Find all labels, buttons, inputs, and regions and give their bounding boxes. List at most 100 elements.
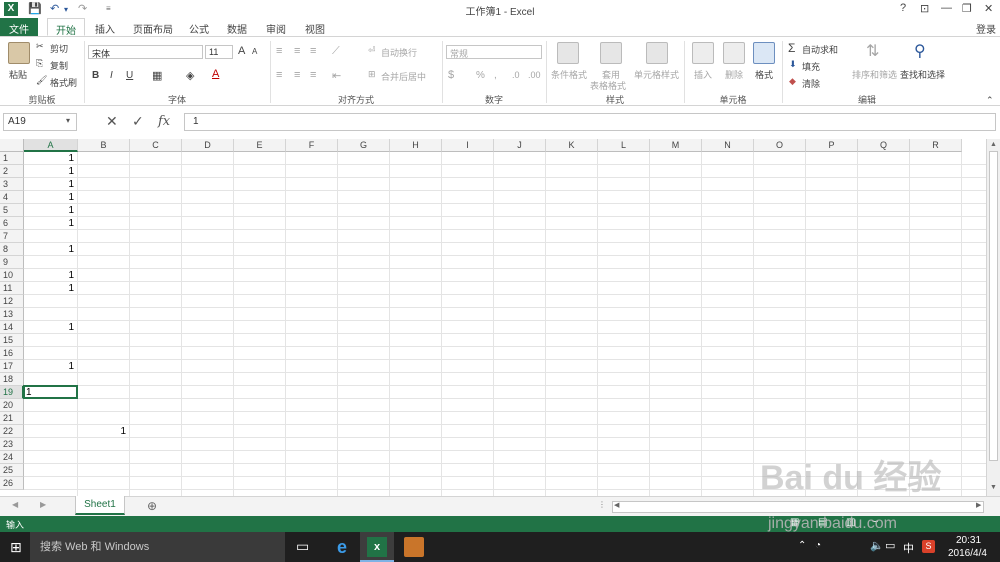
align-left-icon[interactable]: ≡ (276, 69, 282, 81)
font-name-combo[interactable]: 宋体 (88, 45, 203, 59)
tab-formulas[interactable]: 公式 (181, 18, 217, 36)
cell-a6[interactable]: 1 (24, 217, 74, 230)
row-header-15[interactable]: 15 (0, 334, 24, 347)
format-as-table-icon[interactable] (600, 42, 622, 64)
network-icon[interactable]: ◔ (815, 540, 821, 551)
cell-styles-icon[interactable] (646, 42, 668, 64)
worksheet-grid[interactable]: ABCDEFGHIJKLMNOPQR 1 2 3 4 5 6 7 8 9 10 11 12 13 14 15… (0, 139, 986, 496)
clear-button[interactable]: 清除 (802, 77, 820, 90)
italic-button[interactable]: I (110, 70, 113, 81)
cell-a3[interactable]: 1 (24, 178, 74, 191)
tray-chevron-icon[interactable]: ⌃ (798, 540, 806, 551)
paste-button[interactable]: 粘贴 (9, 68, 27, 81)
middle-align-icon[interactable]: ≡ (294, 45, 300, 57)
column-header-k[interactable]: K (546, 139, 598, 152)
prev-sheet-icon[interactable]: ◀ (12, 500, 18, 509)
binoculars-icon[interactable]: ⚲ (914, 41, 926, 61)
copy-button[interactable]: 复制 (50, 59, 68, 72)
tab-home[interactable]: 开始 (47, 18, 85, 37)
row-header-2[interactable]: 2 (0, 165, 24, 178)
row-header-20[interactable]: 20 (0, 399, 24, 412)
autosum-button[interactable]: 自动求和 (802, 43, 838, 56)
column-header-i[interactable]: I (442, 139, 494, 152)
find-select-button[interactable]: 查找和选择 (900, 68, 945, 81)
column-header-o[interactable]: O (754, 139, 806, 152)
row-header-5[interactable]: 5 (0, 204, 24, 217)
row-header-6[interactable]: 6 (0, 217, 24, 230)
align-center-icon[interactable]: ≡ (294, 69, 300, 81)
row-header-11[interactable]: 11 (0, 282, 24, 295)
column-header-g[interactable]: G (338, 139, 390, 152)
cell-a10[interactable]: 1 (24, 269, 74, 282)
decrease-decimal-icon[interactable]: .00 (528, 70, 541, 80)
tab-file[interactable]: 文件 (0, 18, 38, 36)
percent-button[interactable]: % (476, 70, 485, 81)
insert-cells-icon[interactable] (692, 42, 714, 64)
active-cell-selection[interactable] (23, 385, 78, 399)
row-header-18[interactable]: 18 (0, 373, 24, 386)
horizontal-scrollbar[interactable] (612, 501, 984, 513)
delete-cells-button[interactable]: 删除 (725, 68, 743, 81)
fill-button[interactable]: 填充 (802, 60, 820, 73)
restore-icon[interactable]: ❐ (962, 2, 972, 15)
orientation-icon[interactable]: ⟋ (332, 45, 340, 58)
row-header-4[interactable]: 4 (0, 191, 24, 204)
row-header-7[interactable]: 7 (0, 230, 24, 243)
column-header-c[interactable]: C (130, 139, 182, 152)
cut-button[interactable]: 剪切 (50, 42, 68, 55)
row-header-24[interactable]: 24 (0, 451, 24, 464)
vertical-scrollbar[interactable]: ▲ ▼ (986, 139, 1000, 496)
wrap-text-button[interactable]: 自动换行 (381, 46, 417, 59)
row-header-17[interactable]: 17 (0, 360, 24, 373)
insert-function-icon[interactable]: fx (158, 114, 170, 129)
cell-a4[interactable]: 1 (24, 191, 74, 204)
row-header-13[interactable]: 13 (0, 308, 24, 321)
column-header-f[interactable]: F (286, 139, 338, 152)
insert-cells-button[interactable]: 插入 (694, 68, 712, 81)
cell-b22[interactable]: 1 (78, 425, 126, 438)
task-view-icon[interactable]: ▭ (296, 538, 309, 555)
ime-indicator[interactable]: 中 (903, 540, 914, 556)
scroll-thumb[interactable] (989, 151, 998, 461)
comma-button[interactable]: , (494, 70, 497, 81)
shrink-font-button[interactable]: A (252, 47, 257, 56)
underline-button[interactable]: U (126, 70, 133, 81)
row-header-12[interactable]: 12 (0, 295, 24, 308)
sheet-tab-sheet1[interactable]: Sheet1 (75, 496, 125, 515)
row-header-26[interactable]: 26 (0, 477, 24, 490)
column-header-q[interactable]: Q (858, 139, 910, 152)
font-size-combo[interactable]: 11 (205, 45, 233, 59)
minimize-icon[interactable]: — (941, 2, 952, 14)
column-header-n[interactable]: N (702, 139, 754, 152)
windows-start-icon[interactable]: ⊞ (10, 539, 22, 556)
row-header-1[interactable]: 1 (0, 152, 24, 165)
cell-a11[interactable]: 1 (24, 282, 74, 295)
column-header-l[interactable]: L (598, 139, 650, 152)
row-header-19[interactable]: 19 (0, 386, 24, 399)
column-header-p[interactable]: P (806, 139, 858, 152)
column-header-r[interactable]: R (910, 139, 962, 152)
border-icon[interactable]: ▦ (152, 69, 162, 82)
row-header-10[interactable]: 10 (0, 269, 24, 282)
tab-insert[interactable]: 插入 (87, 18, 123, 36)
close-icon[interactable]: ✕ (984, 2, 993, 15)
taskbar-search[interactable]: 搜索 Web 和 Windows (30, 532, 285, 562)
delete-cells-icon[interactable] (723, 42, 745, 64)
row-header-25[interactable]: 25 (0, 464, 24, 477)
align-right-icon[interactable]: ≡ (310, 69, 316, 81)
cell-a17[interactable]: 1 (24, 360, 74, 373)
add-sheet-icon[interactable]: ⊕ (147, 499, 157, 513)
volume-icon[interactable]: 🔈 (870, 539, 884, 552)
cell-a2[interactable]: 1 (24, 165, 74, 178)
merge-center-button[interactable]: 合并后居中 (381, 70, 426, 83)
name-box-dropdown-icon[interactable]: ▾ (66, 116, 70, 125)
indent-icon[interactable]: ⇤ (332, 69, 341, 82)
edge-icon[interactable]: e (332, 537, 352, 557)
sort-filter-button[interactable]: 排序和筛选 (852, 68, 897, 81)
row-header-16[interactable]: 16 (0, 347, 24, 360)
app-taskbar-icon[interactable] (404, 537, 424, 557)
currency-icon[interactable]: $ (448, 69, 454, 81)
cell-a1[interactable]: 1 (24, 152, 74, 165)
increase-decimal-icon[interactable]: .0 (512, 70, 520, 80)
bold-button[interactable]: B (92, 70, 99, 81)
